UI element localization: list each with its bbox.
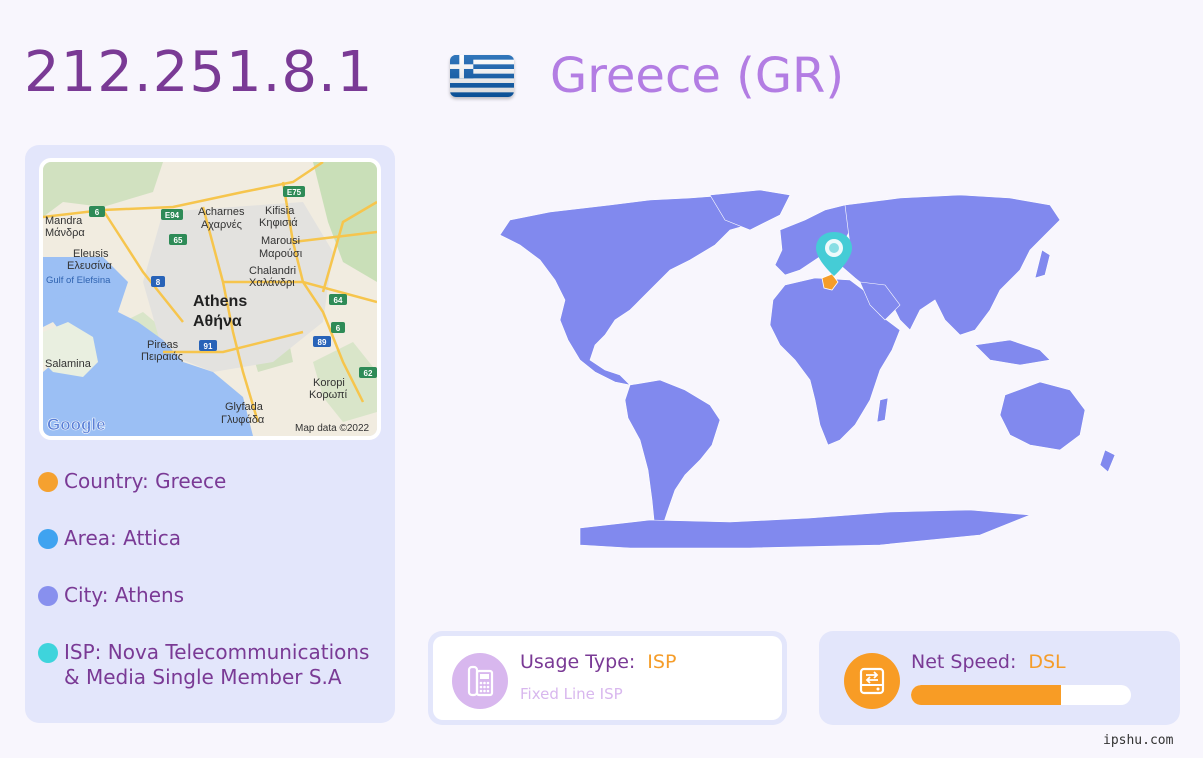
info-country: Country: Greece bbox=[38, 469, 384, 494]
road-shield: 62 bbox=[364, 369, 373, 378]
country-text: Country: Greece bbox=[64, 469, 227, 493]
greece-flag-icon bbox=[450, 55, 514, 97]
map-label-eleusis-gr: Ελευσίνα bbox=[67, 260, 112, 272]
map-label-chalandri: Chalandri bbox=[249, 265, 296, 277]
isp-dot-icon bbox=[38, 643, 58, 663]
map-label-acharnes: Acharnes bbox=[198, 206, 245, 218]
area-dot-icon bbox=[38, 529, 58, 549]
usage-type-label: Usage Type: bbox=[520, 651, 636, 673]
map-label-gulf: Gulf of Elefsina bbox=[46, 275, 111, 286]
map-label-kifisia: Kifisia bbox=[265, 205, 295, 217]
road-shield: 6 bbox=[336, 324, 341, 333]
usage-type-value: ISP bbox=[647, 651, 677, 673]
map-label-marousi-gr: Μαρούσι bbox=[259, 248, 303, 260]
country-title: Greece (GR) bbox=[550, 48, 845, 104]
road-shield: 91 bbox=[204, 342, 213, 351]
location-panel: Mandra Μάνδρα Eleusis Ελευσίνα Acharnes … bbox=[25, 145, 395, 723]
map-copyright: Map data ©2022 bbox=[295, 423, 370, 434]
map-label-mandra: Mandra bbox=[45, 215, 83, 227]
road-shield: 89 bbox=[318, 338, 327, 347]
site-watermark: ipshu.com bbox=[1103, 733, 1174, 748]
map-label-mandra-gr: Μάνδρα bbox=[45, 227, 85, 239]
map-label-koropi-gr: Κορωπί bbox=[309, 389, 348, 401]
map-label-koropi: Koropi bbox=[313, 377, 345, 389]
map-label-athens-gr: Αθήνα bbox=[193, 313, 242, 330]
country-dot-icon bbox=[38, 472, 58, 492]
area-text: Area: Attica bbox=[64, 526, 181, 550]
map-label-glyfada: Glyfada bbox=[225, 401, 264, 413]
google-logo: Google bbox=[47, 415, 106, 434]
info-city: City: Athens bbox=[38, 583, 384, 608]
fax-phone-icon bbox=[452, 653, 508, 709]
world-map bbox=[430, 160, 1170, 570]
athens-map[interactable]: Mandra Μάνδρα Eleusis Ελευσίνα Acharnes … bbox=[39, 158, 381, 440]
map-label-athens: Athens bbox=[193, 293, 247, 310]
map-label-kifisia-gr: Κηφισιά bbox=[259, 217, 298, 229]
info-isp: ISP: Nova Telecommunications & Media Sin… bbox=[38, 640, 384, 690]
isp-text: ISP: Nova Telecommunications & Media Sin… bbox=[64, 640, 370, 689]
city-text: City: Athens bbox=[64, 583, 185, 607]
net-speed-card: Net Speed: DSL bbox=[819, 631, 1180, 725]
usage-type-sub: Fixed Line ISP bbox=[520, 685, 623, 703]
usage-type-row: Usage Type: ISP bbox=[520, 651, 676, 673]
map-label-pireas: Pireas bbox=[147, 339, 179, 351]
net-speed-value: DSL bbox=[1028, 651, 1066, 673]
road-shield: E94 bbox=[165, 211, 180, 220]
road-shield: E75 bbox=[287, 188, 302, 197]
net-speed-row: Net Speed: DSL bbox=[911, 651, 1066, 673]
map-label-eleusis: Eleusis bbox=[73, 248, 109, 260]
road-shield: 8 bbox=[156, 278, 161, 287]
network-drive-icon bbox=[844, 653, 900, 709]
map-label-marousi: Marousi bbox=[261, 235, 300, 247]
city-dot-icon bbox=[38, 586, 58, 606]
usage-type-card: Usage Type: ISP Fixed Line ISP bbox=[428, 631, 787, 725]
map-label-pireas-gr: Πειραιάς bbox=[141, 351, 183, 363]
road-shield: 64 bbox=[334, 296, 343, 305]
map-label-glyfada-gr: Γλυφάδα bbox=[221, 414, 265, 426]
map-label-acharnes-gr: Αχαρνές bbox=[201, 219, 242, 231]
ip-address: 212.251.8.1 bbox=[24, 40, 374, 105]
map-label-salamina: Salamina bbox=[45, 358, 92, 370]
road-shield: 65 bbox=[174, 236, 183, 245]
net-speed-label: Net Speed: bbox=[911, 651, 1017, 673]
map-label-chalandri-gr: Χαλάνδρι bbox=[249, 277, 295, 289]
net-speed-bar-fill bbox=[911, 685, 1061, 705]
road-shield: 6 bbox=[95, 208, 100, 217]
net-speed-bar bbox=[911, 685, 1131, 705]
info-area: Area: Attica bbox=[38, 526, 384, 551]
